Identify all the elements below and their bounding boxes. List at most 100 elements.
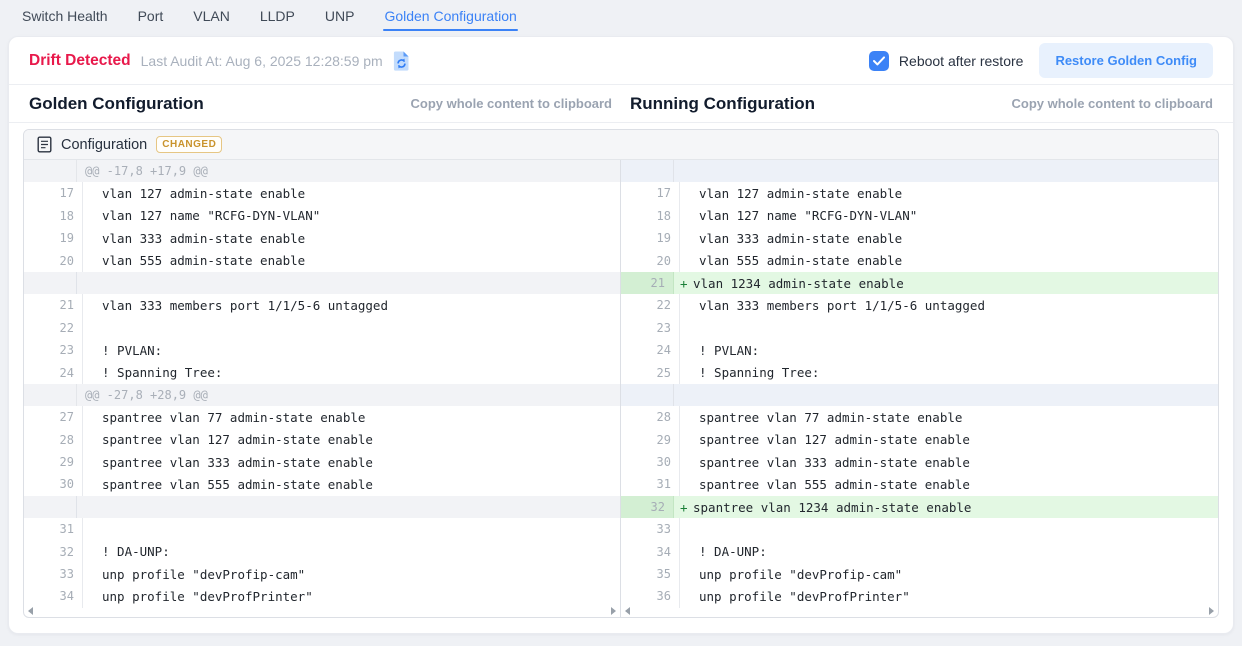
configuration-panel-title: Configuration [61, 137, 147, 153]
configuration-panel-header: Configuration CHANGED [24, 130, 1218, 160]
line-number: 22 [627, 294, 680, 316]
scroll-right-arrow[interactable] [1209, 607, 1214, 615]
line-number [621, 384, 674, 406]
code-text: vlan 333 admin-state enable [102, 231, 305, 246]
scroll-left-arrow[interactable] [28, 607, 33, 615]
line-number: 32 [30, 541, 83, 563]
line-number: 29 [627, 429, 680, 451]
diff-row-code: 19vlan 333 admin-state enable [621, 227, 1218, 249]
copy-running-content-link[interactable]: Copy whole content to clipboard [1012, 96, 1214, 111]
code-text: ! Spanning Tree: [102, 365, 222, 380]
diff-row-hunk: @@ -17,8 +17,9 @@ [24, 160, 620, 182]
code-text: spantree vlan 127 admin-state enable [102, 432, 373, 447]
code-text: spantree vlan 555 admin-state enable [102, 477, 373, 492]
scroll-right-arrow[interactable] [611, 607, 616, 615]
line-number: 23 [30, 339, 83, 361]
diff-prefix: + [680, 500, 693, 515]
code-line: spantree vlan 555 admin-state enable [680, 477, 1218, 492]
code-line [77, 496, 620, 518]
diff-view: @@ -17,8 +17,9 @@17vlan 127 admin-state … [24, 160, 1218, 617]
code-text: spantree vlan 127 admin-state enable [699, 432, 970, 447]
code-line: vlan 127 name "RCFG-DYN-VLAN" [83, 208, 620, 223]
diff-row-code: 29 spantree vlan 127 admin-state enable [621, 429, 1218, 451]
hunk-header-text: @@ -17,8 +17,9 @@ [77, 160, 620, 182]
line-number: 35 [627, 563, 680, 585]
code-line: vlan 555 admin-state enable [83, 253, 620, 268]
last-audit-timestamp: Last Audit At: Aug 6, 2025 12:28:59 pm [141, 53, 383, 69]
code-line: vlan 555 admin-state enable [680, 253, 1218, 268]
reboot-after-restore-checkbox[interactable] [869, 51, 889, 71]
code-text: spantree vlan 1234 admin-state enable [693, 500, 971, 515]
code-text: ! Spanning Tree: [699, 365, 819, 380]
diff-row-code: 33 [621, 518, 1218, 540]
code-text: vlan 127 admin-state enable [699, 186, 902, 201]
code-line: unp profile "devProfip-cam" [83, 567, 620, 582]
diff-right-pane[interactable]: 17vlan 127 admin-state enable18vlan 127 … [621, 160, 1218, 617]
line-number: 27 [30, 406, 83, 428]
code-line: vlan 127 admin-state enable [83, 186, 620, 201]
code-line: ! PVLAN: [83, 343, 620, 358]
reboot-after-restore-label: Reboot after restore [899, 53, 1024, 69]
line-number: 19 [30, 227, 83, 249]
scroll-left-arrow[interactable] [625, 607, 630, 615]
golden-config-card: Drift Detected Last Audit At: Aug 6, 202… [8, 36, 1234, 634]
tab-lldp[interactable]: LLDP [259, 6, 296, 34]
diff-row-code: 22 [24, 317, 620, 339]
code-text: spantree vlan 77 admin-state enable [102, 410, 365, 425]
code-line: spantree vlan 333 admin-state enable [680, 455, 1218, 470]
diff-row-code: 28 spantree vlan 127 admin-state enable [24, 429, 620, 451]
code-line: ! Spanning Tree: [680, 365, 1218, 380]
line-number: 34 [627, 541, 680, 563]
diff-row-added: 32 +spantree vlan 1234 admin-state enable [621, 496, 1218, 518]
diff-row-code: 23 ! PVLAN: [24, 339, 620, 361]
tab-switch-health[interactable]: Switch Health [21, 6, 109, 34]
tab-vlan[interactable]: VLAN [192, 6, 231, 34]
line-number: 33 [627, 518, 680, 540]
column-titles-row: Golden Configuration Copy whole content … [9, 85, 1233, 123]
tab-port[interactable]: Port [137, 6, 165, 34]
code-text: vlan 127 name "RCFG-DYN-VLAN" [699, 208, 917, 223]
code-line: ! DA-UNP: [680, 544, 1218, 559]
code-line: unp profile "devProfPrinter" [83, 589, 620, 604]
line-number: 32 [621, 496, 674, 518]
line-number: 28 [30, 429, 83, 451]
line-number: 29 [30, 451, 83, 473]
restore-golden-config-button[interactable]: Restore Golden Config [1039, 43, 1213, 78]
diff-row-code: 20vlan 555 admin-state enable [24, 250, 620, 272]
diff-row-code: 17vlan 127 admin-state enable [621, 182, 1218, 204]
tab-unp[interactable]: UNP [324, 6, 356, 34]
line-number: 31 [627, 473, 680, 495]
code-line: ! DA-UNP: [83, 544, 620, 559]
diff-row-code: 34 ! DA-UNP: [621, 541, 1218, 563]
line-number [24, 272, 77, 294]
diff-left-pane[interactable]: @@ -17,8 +17,9 @@17vlan 127 admin-state … [24, 160, 621, 617]
diff-row-hunk: @@ -27,8 +28,9 @@ [24, 384, 620, 406]
code-text: unp profile "devProfip-cam" [102, 567, 305, 582]
diff-row-code: 28spantree vlan 77 admin-state enable [621, 406, 1218, 428]
diff-row-placeholder [621, 384, 1218, 406]
diff-row-placeholder [621, 160, 1218, 182]
code-text: ! PVLAN: [102, 343, 162, 358]
code-text: ! DA-UNP: [699, 544, 767, 559]
diff-row-code: 19 vlan 333 admin-state enable [24, 227, 620, 249]
diff-row-placeholder [24, 496, 620, 518]
diff-row-code: 30spantree vlan 333 admin-state enable [621, 451, 1218, 473]
line-number: 24 [30, 362, 83, 384]
code-line: ! Spanning Tree: [83, 365, 620, 380]
line-number: 23 [627, 317, 680, 339]
audit-sync-file-icon[interactable] [391, 50, 412, 72]
diff-row-placeholder [24, 272, 620, 294]
code-line: vlan 333 members port 1/1/5-6 untagged [83, 298, 620, 313]
tab-golden-configuration[interactable]: Golden Configuration [383, 6, 517, 34]
code-text: vlan 555 admin-state enable [102, 253, 305, 268]
diff-row-code: 23 [621, 317, 1218, 339]
diff-row-code: 32! DA-UNP: [24, 541, 620, 563]
code-line: vlan 333 members port 1/1/5-6 untagged [680, 298, 1218, 313]
code-line: spantree vlan 77 admin-state enable [83, 410, 620, 425]
line-number: 31 [30, 518, 83, 540]
golden-column-header: Golden Configuration Copy whole content … [29, 94, 612, 114]
line-number [621, 160, 674, 182]
code-line: vlan 127 admin-state enable [680, 186, 1218, 201]
code-text: unp profile "devProfPrinter" [102, 589, 313, 604]
copy-golden-content-link[interactable]: Copy whole content to clipboard [411, 96, 613, 111]
